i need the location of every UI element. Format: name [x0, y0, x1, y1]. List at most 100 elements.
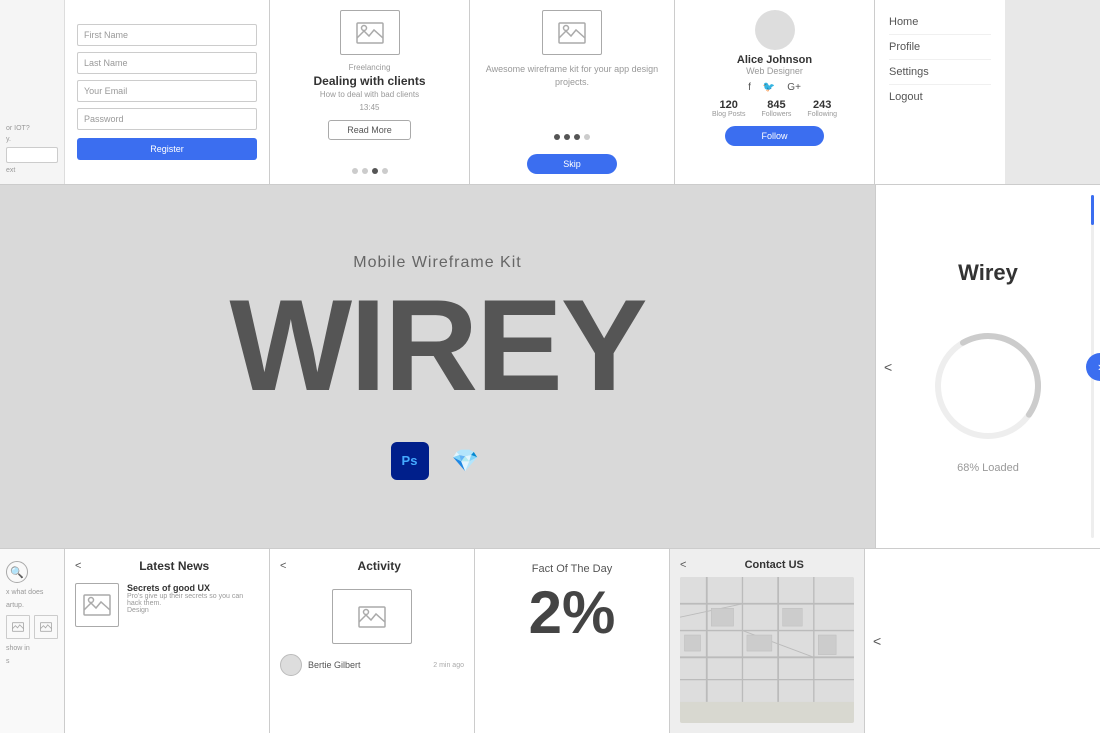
following-stat: 243 Following [807, 99, 837, 118]
onboard-dot-1[interactable] [554, 134, 560, 140]
menu-item-settings[interactable]: Settings [889, 60, 991, 85]
activity-image [332, 589, 412, 644]
map-title: Contact US [694, 559, 854, 571]
chevron-right-icon[interactable]: < [873, 633, 881, 649]
last-name-field[interactable]: Last Name [77, 52, 257, 74]
thumb-img-2 [34, 615, 58, 639]
hero-title: WIREY [229, 280, 645, 410]
scrollbar-thumb [1091, 195, 1094, 225]
first-name-field[interactable]: First Name [77, 24, 257, 46]
partial-label-1: x what does [6, 589, 58, 596]
loading-title: Wirey [958, 260, 1018, 286]
dot-2[interactable] [362, 168, 368, 174]
menu-item-logout[interactable]: Logout [889, 85, 991, 109]
blog-tag: Freelancing [349, 63, 391, 72]
activity-header: < Activity [280, 559, 464, 573]
follow-button[interactable]: Follow [725, 126, 823, 146]
partial-text-2: y. [6, 136, 58, 143]
register-button[interactable]: Register [77, 138, 257, 160]
stats-row: 120 Blog Posts 845 Followers 243 Followi… [712, 99, 837, 118]
dot-4[interactable] [382, 168, 388, 174]
read-more-button[interactable]: Read More [328, 120, 411, 140]
activity-back-icon[interactable]: < [280, 560, 286, 572]
map-area [680, 577, 854, 723]
following-count: 243 [813, 99, 831, 111]
blog-posts-label: Blog Posts [712, 111, 745, 118]
onboard-dot-3[interactable] [574, 134, 580, 140]
news-back-icon[interactable]: < [75, 560, 81, 572]
onboard-dot-2[interactable] [564, 134, 570, 140]
profile-role: Web Designer [746, 66, 803, 76]
search-icon[interactable]: 🔍 [6, 561, 28, 583]
partial-text-3: ext [6, 167, 58, 174]
map-header: < Contact US [680, 559, 854, 571]
hero-panel: Mobile Wireframe Kit WIREY Ps 💎 [0, 185, 875, 548]
news-title: Latest News [89, 559, 259, 573]
facebook-icon[interactable]: f [748, 82, 751, 93]
onboard-dot-4[interactable] [584, 134, 590, 140]
partial-label-3: show in [6, 645, 58, 652]
bottom-row: 🔍 x what does artup. show in s < Lates [0, 548, 1100, 733]
blog-subtitle: How to deal with bad clients [320, 90, 419, 99]
skip-button[interactable]: Skip [527, 154, 617, 174]
social-icons-row: f 🐦 G+ [748, 82, 801, 93]
loading-percent: 68% Loaded [957, 462, 1019, 474]
sketch-icon: 💎 [447, 442, 485, 480]
bottom-left-partial: 🔍 x what does artup. show in s [0, 549, 65, 733]
hero-app-icons: Ps 💎 [391, 442, 485, 480]
dot-1[interactable] [352, 168, 358, 174]
dropdown-menu-panel: Home Profile Settings Logout [875, 0, 1005, 184]
contact-map-panel: < Contact US [670, 549, 865, 733]
fact-of-day-panel: Fact Of The Day 2% [475, 549, 670, 733]
reg-left-partial: or IOT? y. ext [0, 0, 65, 184]
menu-item-profile[interactable]: Profile [889, 35, 991, 60]
blog-time: 13:45 [359, 103, 379, 112]
activity-user-row: Bertie Gilbert 2 min ago [280, 654, 464, 676]
partial-btn [6, 147, 58, 163]
top-row: or IOT? y. ext First Name Last Name Your… [0, 0, 1100, 185]
blog-posts-stat: 120 Blog Posts [712, 99, 745, 118]
partial-label-4: s [6, 658, 58, 665]
news-item-content: Secrets of good UX Pro's give up their s… [127, 583, 259, 627]
partial-label-2: artup. [6, 602, 58, 609]
partial-text-1: or IOT? [6, 125, 58, 132]
activity-time: 2 min ago [433, 662, 464, 669]
blog-title: Dealing with clients [313, 74, 425, 88]
followers-count: 845 [767, 99, 785, 111]
menu-item-home[interactable]: Home [889, 10, 991, 35]
action-button[interactable]: › [1086, 353, 1100, 381]
activity-title: Activity [294, 559, 464, 573]
activity-username: Bertie Gilbert [308, 660, 427, 670]
thumb-row [6, 615, 58, 639]
map-back-icon[interactable]: < [680, 559, 686, 571]
news-item-title: Secrets of good UX [127, 583, 259, 593]
email-field[interactable]: Your Email [77, 80, 257, 102]
carousel-dots [352, 168, 388, 174]
blog-image [340, 10, 400, 55]
activity-panel: < Activity Bertie Gilbert 2 min ago [270, 549, 475, 733]
profile-panel: Alice Johnson Web Designer f 🐦 G+ 120 Bl… [675, 0, 875, 184]
followers-label: Followers [761, 111, 791, 118]
activity-avatar [280, 654, 302, 676]
thumb-img-1 [6, 615, 30, 639]
password-field[interactable]: Password [77, 108, 257, 130]
news-item-tag: Design [127, 607, 259, 614]
middle-row: Mobile Wireframe Kit WIREY Ps 💎 < Wirey … [0, 185, 1100, 548]
chevron-left-icon[interactable]: < [884, 359, 892, 375]
onboard-dots [554, 134, 590, 140]
fact-number: 2% [489, 583, 655, 643]
registration-form-panel: First Name Last Name Your Email Password… [65, 0, 270, 184]
dot-3[interactable] [372, 168, 378, 174]
twitter-icon[interactable]: 🐦 [763, 82, 775, 93]
blog-post-panel: Freelancing Dealing with clients How to … [270, 0, 470, 184]
photoshop-icon: Ps [391, 442, 429, 480]
fact-label: Fact Of The Day [489, 563, 655, 575]
loading-circle [928, 326, 1048, 446]
loading-panel: < Wirey 68% Loaded › [875, 185, 1100, 548]
profile-name: Alice Johnson [737, 54, 812, 66]
onboard-text: Awesome wireframe kit for your app desig… [480, 63, 664, 88]
onboard-image [542, 10, 602, 55]
latest-news-panel: < Latest News Secrets of good UX Pro's g… [65, 549, 270, 733]
googleplus-icon[interactable]: G+ [787, 82, 801, 93]
onboarding-panel: Awesome wireframe kit for your app desig… [470, 0, 675, 184]
